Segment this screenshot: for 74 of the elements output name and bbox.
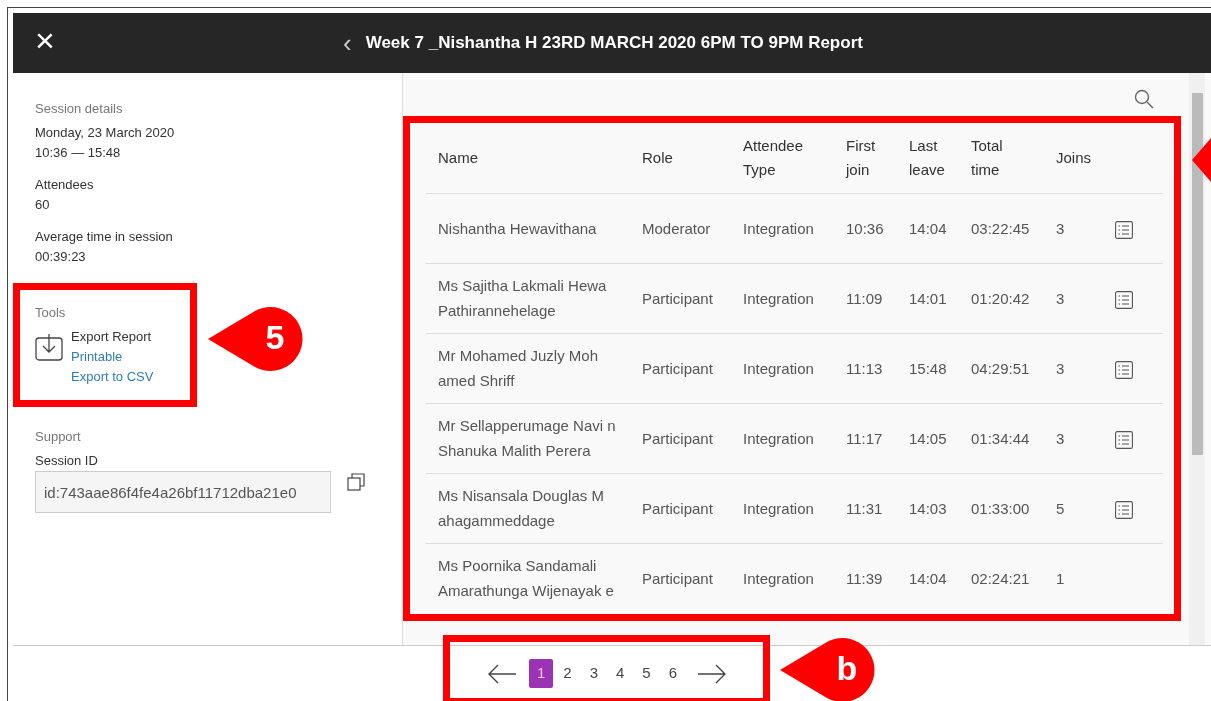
column-header: Last leave — [897, 123, 959, 193]
column-header: Attendee Type — [731, 123, 834, 193]
table-cell: 5 — [1044, 473, 1104, 543]
table-cell: 11:17 — [834, 403, 897, 473]
section-heading: Session details — [35, 100, 124, 118]
table-cell: 11:09 — [834, 263, 897, 333]
callout-badge: b — [780, 638, 877, 701]
table-cell: 15:48 — [897, 333, 959, 403]
table-cell: 14:04 — [897, 543, 959, 613]
table-cell: 3 — [1044, 403, 1104, 473]
table-cell: 1 — [1044, 543, 1104, 613]
table-cell: 14:05 — [897, 403, 959, 473]
table-cell: 02:24:21 — [959, 543, 1044, 613]
column-header: First join — [834, 123, 897, 193]
table-cell: Mr Sellapperumage Navi n Shanuka Malith Perera — [426, 403, 630, 473]
table-cell: 03:22:45 — [959, 193, 1044, 263]
session-date: Monday, 23 March 2020 — [35, 124, 176, 142]
close-button[interactable]: × — [31, 23, 59, 57]
back-button[interactable]: ‹ — [343, 31, 352, 54]
column-header: Total time — [959, 123, 1044, 193]
field-label: Session ID — [35, 452, 99, 470]
table-cell: 01:20:42 — [959, 263, 1044, 333]
table-cell: 3 — [1044, 263, 1104, 333]
section-heading: Tools — [35, 304, 67, 322]
column-header: Name — [426, 123, 630, 193]
table-cell: Participant — [630, 333, 731, 403]
callout-badge: 5 — [208, 307, 305, 371]
table-cell: 14:04 — [897, 193, 959, 263]
export-title: Export Report — [71, 328, 153, 346]
table-cell: 01:34:44 — [959, 403, 1044, 473]
page-button[interactable]: 3 — [581, 659, 606, 688]
table-cell: 04:29:51 — [959, 333, 1044, 403]
page-button[interactable]: 5 — [634, 659, 659, 688]
table-cell: 3 — [1044, 333, 1104, 403]
session-time: 10:36 — 15:48 — [35, 144, 122, 162]
table-cell: Moderator — [630, 193, 731, 263]
stat-value: 60 — [35, 196, 51, 214]
table-cell: Integration — [731, 473, 834, 543]
stat-label: Attendees — [35, 176, 95, 194]
table-cell: Integration — [731, 543, 834, 613]
table-cell: 01:33:00 — [959, 473, 1044, 543]
table-cell: 3 — [1044, 193, 1104, 263]
table-cell: Integration — [731, 263, 834, 333]
table-cell: Nishantha Hewavithana — [426, 193, 630, 263]
table-cell: Ms Sajitha Lakmali Hewa Pathirannehelage — [426, 263, 630, 333]
session-id-field[interactable]: id:743aae86f4fe4a26bf11712dba21e0 — [35, 471, 331, 513]
export-link[interactable]: Printable — [71, 347, 154, 367]
page-button[interactable]: 2 — [555, 659, 580, 688]
page-button[interactable]: 6 — [660, 659, 686, 688]
table-cell: Ms Nisansala Douglas M ahagammeddage — [426, 473, 630, 543]
report-title: Week 7 _Nishantha H 23RD MARCH 2020 6PM TO 9PM Report — [365, 32, 863, 54]
stat-label: Average time in session — [35, 228, 174, 246]
table-cell: Integration — [731, 333, 834, 403]
table-cell: Integration — [731, 193, 834, 263]
table-cell: Mr Mohamed Juzly Moh amed Shriff — [426, 333, 630, 403]
table-cell: 11:39 — [834, 543, 897, 613]
table-cell: Participant — [630, 263, 731, 333]
table-cell: 11:13 — [834, 333, 897, 403]
table-cell: 14:03 — [897, 473, 959, 543]
table-cell: Participant — [630, 473, 731, 543]
export-link[interactable]: Export to CSV — [71, 367, 154, 387]
section-heading: Support — [35, 428, 82, 446]
page-button[interactable]: 1 — [528, 659, 554, 688]
table-cell: 11:31 — [834, 473, 897, 543]
table-cell: Participant — [630, 403, 731, 473]
column-header: Joins — [1044, 123, 1104, 193]
table-cell: 10:36 — [834, 193, 897, 263]
table-cell: Integration — [731, 403, 834, 473]
stat-value: 00:39:23 — [35, 248, 87, 266]
table-cell: Ms Poornika Sandamali Amarathunga Wijenayak e — [426, 543, 630, 613]
table-cell: Participant — [630, 543, 731, 613]
page-button[interactable]: 4 — [608, 659, 633, 688]
column-header: Role — [630, 123, 731, 193]
table-cell: 14:01 — [897, 263, 959, 333]
